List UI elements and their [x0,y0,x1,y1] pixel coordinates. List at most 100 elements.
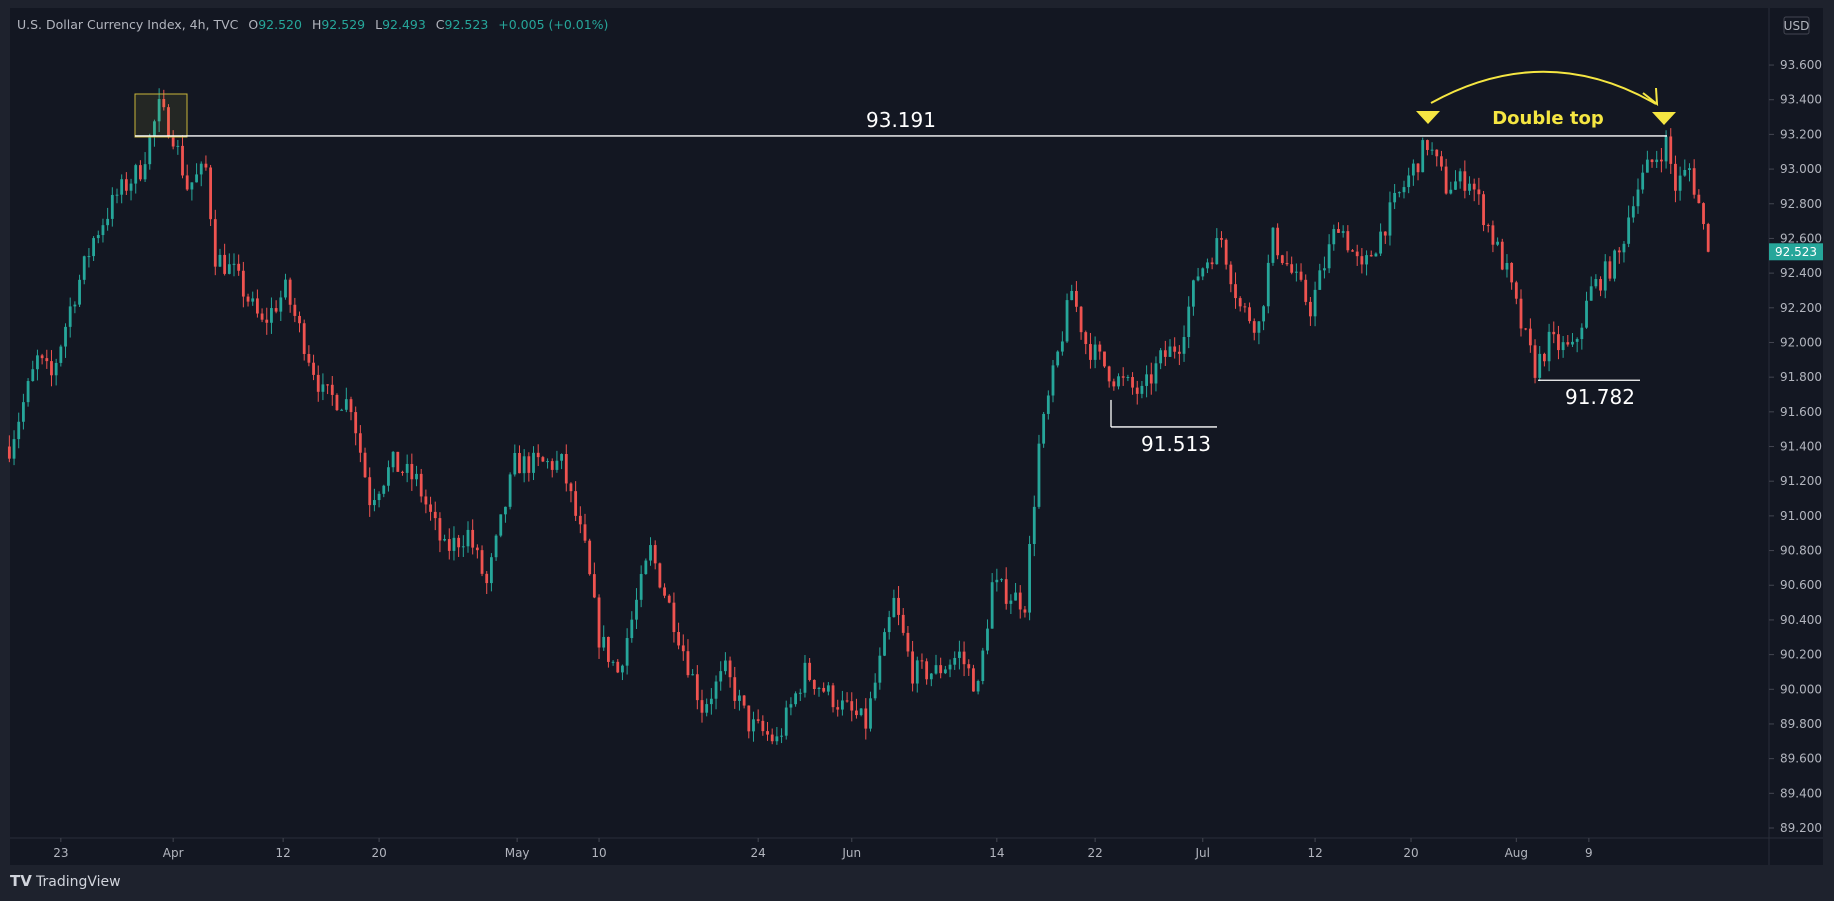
candle-body [223,254,227,274]
low-label: L [375,17,382,32]
candle-body [1669,136,1673,164]
candle-body [522,456,526,474]
candle-body [663,587,666,596]
candle-body [630,619,634,639]
candle-body [405,463,409,473]
price-tick-label: 92.800 [1780,197,1822,211]
candle-body [560,454,563,461]
candle-body [312,362,315,375]
candle-body [705,704,709,713]
high-value: 92.529 [321,17,365,32]
candle-body [1631,206,1635,218]
candle-body [719,671,723,682]
tradingview-logo[interactable]: TV TradingView [10,872,121,890]
candle-body [621,665,624,673]
candle-body [1337,229,1340,233]
candle-body [864,708,868,729]
candle-body [1468,183,1471,191]
price-tick-label: 89.200 [1780,821,1822,835]
candle-body [742,695,746,706]
candle-body [1388,202,1392,236]
candle-body [1407,175,1411,188]
candle-body [485,573,489,584]
candle-body [1421,140,1425,173]
candle-body [213,219,217,267]
candle-body [569,483,573,492]
candle-body [1285,263,1289,265]
highlight-box[interactable] [134,93,188,138]
candle-body [279,297,283,312]
candle-body [101,225,105,236]
candle-body [298,315,301,324]
candle-body [1440,156,1443,167]
candle-body [1182,337,1186,354]
candle-body [817,687,821,689]
candle-body [1463,171,1467,191]
candle-body [948,664,952,670]
candle-body [452,537,456,551]
candle-body [906,632,910,652]
candle-body [195,174,198,183]
candle-body [607,636,610,662]
candle-body [841,700,844,710]
price-tick-label: 91.200 [1780,474,1822,488]
candle-body [120,179,124,195]
candle [644,558,648,575]
candle-body [1271,227,1275,263]
time-tick-label: 14 [989,846,1004,860]
candle-body [391,451,395,468]
candle-body [536,452,540,458]
candle-body [1557,334,1560,351]
candle-body [1505,262,1509,270]
candle-body [1103,351,1106,367]
candle-body [36,355,39,370]
candle-body [831,685,835,708]
candle-body [410,463,414,480]
candle-body [1393,192,1397,203]
candle [213,209,217,276]
candle-body [1173,346,1177,352]
candle-body [1683,169,1687,176]
candle-body [82,256,86,280]
candle-body [401,471,404,473]
candle-body [1327,244,1331,269]
candle-body [644,560,648,575]
candle-body [1533,345,1537,378]
candle-body [199,163,203,175]
candle-body [396,451,400,472]
currency-button[interactable]: USD [1783,16,1810,35]
candle-body [508,474,512,507]
candle-body [73,304,77,307]
candle-body [789,704,793,708]
candle-body [265,319,269,323]
time-tick-label: Jul [1195,846,1210,860]
candle-body [1332,229,1336,245]
symbol-title: U.S. Dollar Currency Index, 4h, TVC [17,17,239,32]
candle-body [873,682,877,699]
candle-body [1528,328,1532,346]
candle-body [349,399,353,413]
candle-body [897,597,900,615]
candle-body [532,452,535,473]
candle-body [555,460,559,470]
candle-body [1645,159,1649,173]
candle-body [1374,253,1378,257]
candle-body [1196,276,1200,281]
candle-body [1692,168,1696,195]
candle-body [1552,331,1556,335]
candle-body [826,685,830,692]
candle-body [209,167,212,220]
candle-body [1351,250,1354,252]
candle-body [1121,376,1125,378]
candle-body [728,660,732,678]
candle-body [1627,217,1631,244]
candle-body [59,346,63,363]
time-tick-label: 9 [1585,846,1593,860]
candle-body [139,165,142,180]
candle-body [775,736,779,742]
candle-body [976,681,980,692]
candle-body [1575,339,1579,342]
candle-body [1702,203,1705,225]
candle [972,664,975,692]
candle-body [387,467,390,486]
